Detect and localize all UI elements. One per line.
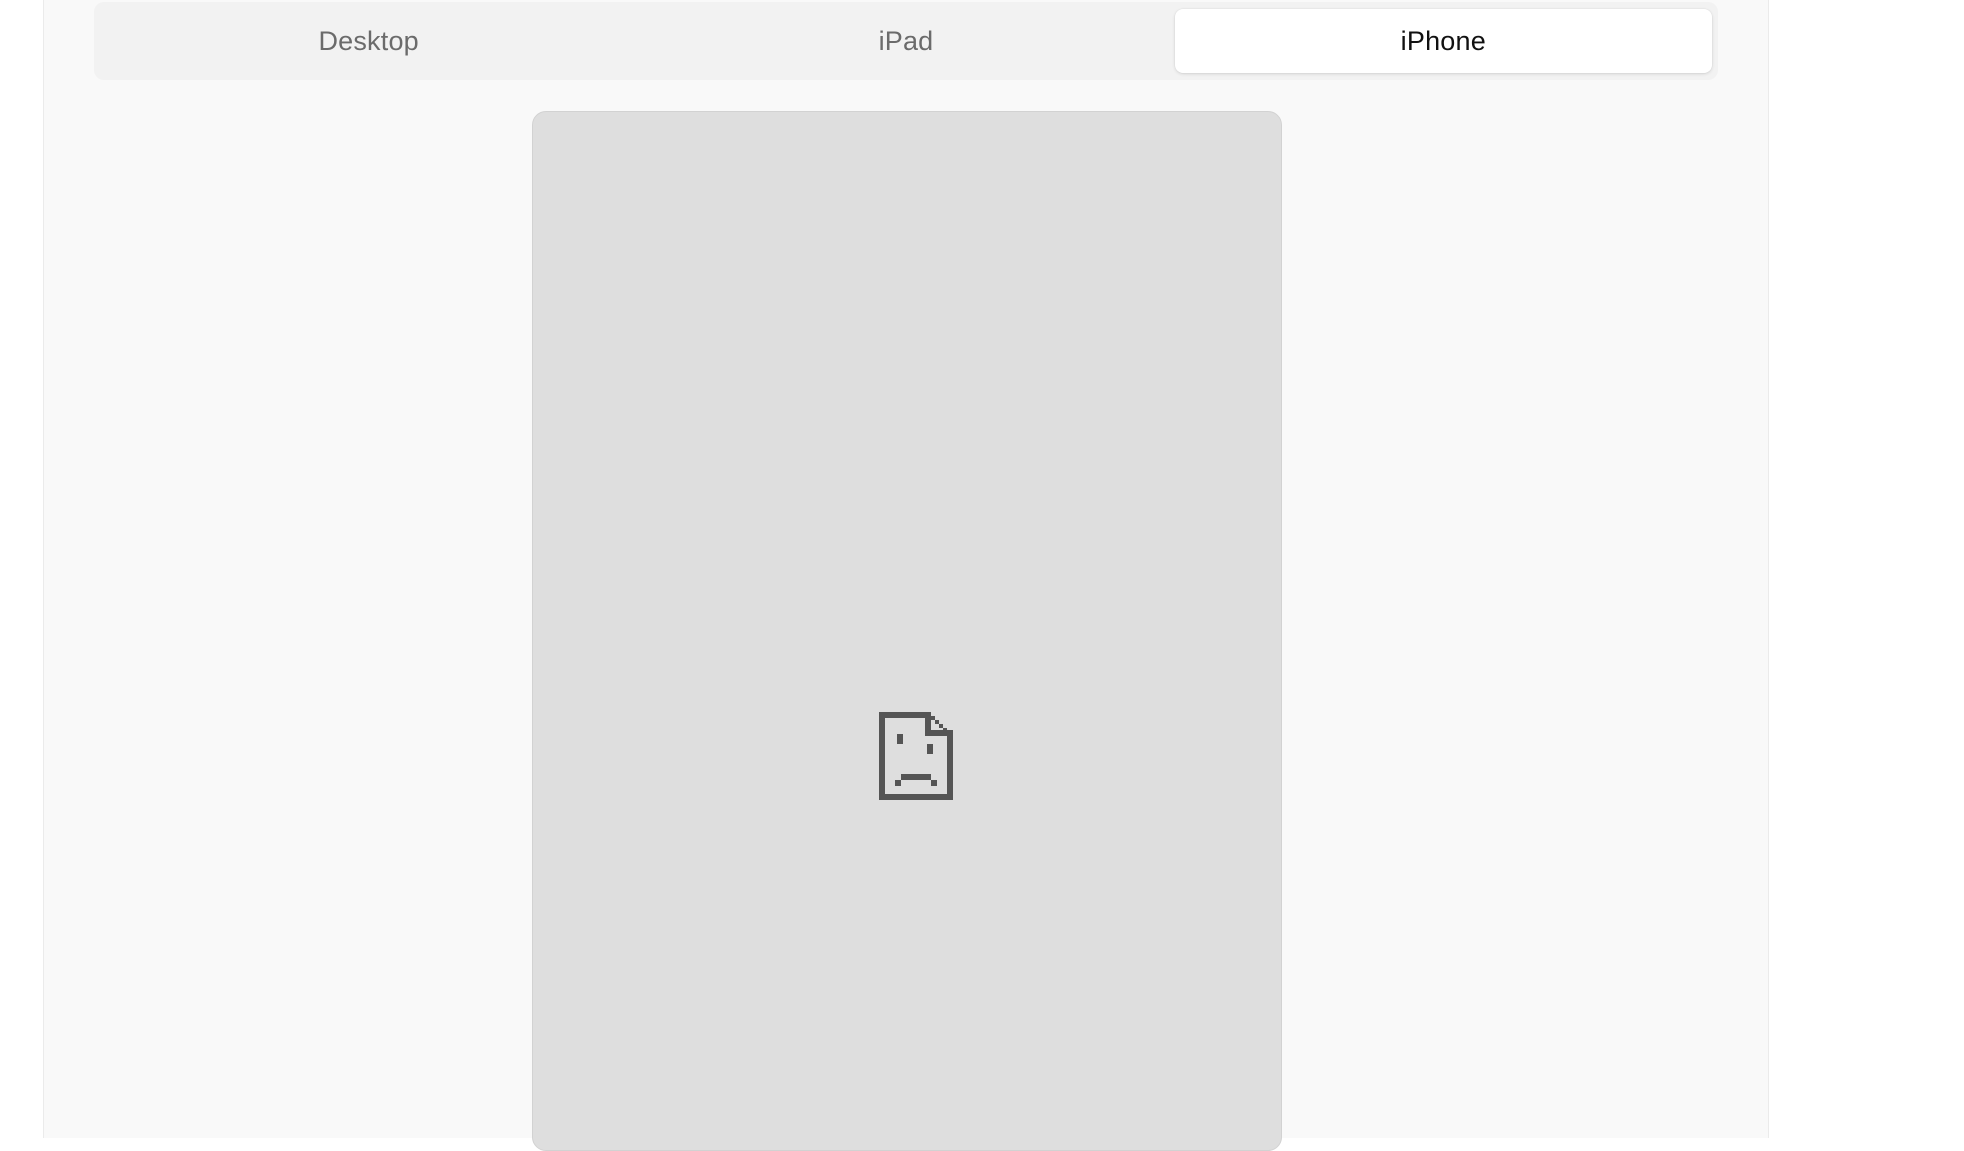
preview-panel: Desktop iPad iPhone xyxy=(43,0,1769,1151)
tab-iphone[interactable]: iPhone xyxy=(1174,9,1712,73)
device-segmented-control: Desktop iPad iPhone xyxy=(94,2,1718,80)
broken-document-icon xyxy=(879,712,953,800)
iphone-preview-frame xyxy=(532,111,1282,1151)
tab-ipad[interactable]: iPad xyxy=(637,9,1174,73)
tab-desktop[interactable]: Desktop xyxy=(100,9,637,73)
